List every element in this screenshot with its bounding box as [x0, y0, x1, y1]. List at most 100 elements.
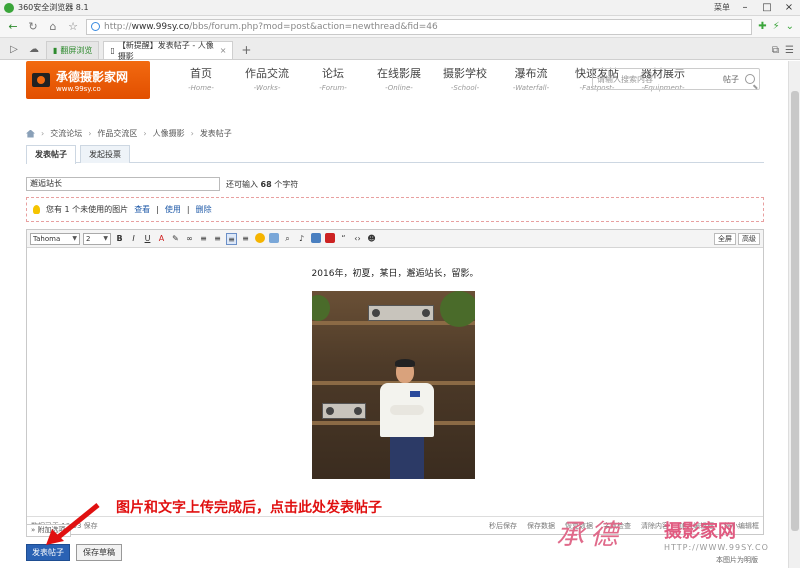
- font-family-select[interactable]: Tahoma ▼: [30, 232, 80, 245]
- autosave-countdown: 秒后保存: [489, 521, 517, 530]
- restore-tabs-icon[interactable]: ⧉: [772, 45, 779, 56]
- annotation-text: 图片和文字上传完成后，点击此处发表帖子: [116, 500, 382, 516]
- submit-post-button[interactable]: 发表帖子: [26, 544, 70, 561]
- tab-menu-icon[interactable]: ☰: [785, 45, 794, 56]
- music-icon[interactable]: ♪: [296, 233, 307, 245]
- site-logo[interactable]: 承德摄影家网 www.99sy.co: [26, 61, 150, 99]
- site-search[interactable]: 请输入搜索内容 帖子: [592, 68, 760, 90]
- breadcrumb-separator: ›: [190, 129, 194, 138]
- scrollbar-thumb[interactable]: [791, 91, 799, 531]
- breadcrumb-works-area[interactable]: 作品交流区: [97, 128, 137, 139]
- photo-person: [372, 359, 442, 479]
- remaining-count: 68: [260, 180, 272, 189]
- cloud-icon[interactable]: ☁: [26, 41, 42, 59]
- url-host: www.99sy.co: [131, 21, 190, 32]
- breadcrumb-forum[interactable]: 交流论坛: [50, 128, 82, 139]
- browser-menu-button[interactable]: 菜单: [714, 2, 730, 13]
- breadcrumb-portrait[interactable]: 人像摄影: [153, 128, 185, 139]
- tab-page-flip-icon: ▮: [53, 46, 58, 55]
- annotation-arrow-icon: [46, 503, 100, 545]
- tab-new-post[interactable]: ▯ 【新提醒】发表帖子 - 人像摄影 ×: [103, 41, 234, 61]
- close-icon[interactable]: ×: [782, 2, 796, 13]
- remaining-chars: 还可输入 68 个字符: [226, 179, 298, 190]
- watermark-url: HTTP://WWW.99SY.CO: [664, 543, 769, 552]
- sidebar-toggle-icon[interactable]: ▷: [6, 41, 22, 59]
- quote-icon[interactable]: “: [338, 233, 349, 245]
- tab-new-thread[interactable]: 发表帖子: [26, 145, 76, 164]
- address-bar[interactable]: http:// www.99sy.co /bbs/forum.php?mod=p…: [86, 18, 753, 35]
- flash-icon[interactable]: [324, 232, 335, 245]
- subject-input[interactable]: 邂逅站长: [26, 177, 220, 191]
- save-draft-button[interactable]: 保存草稿: [76, 544, 122, 561]
- nav-label: 在线影展: [377, 67, 421, 80]
- refresh-icon[interactable]: ↻: [26, 20, 40, 34]
- search-icon[interactable]: [745, 74, 755, 84]
- media-icon[interactable]: [310, 232, 321, 245]
- browser-titlebar: 360安全浏览器 8.1 菜单 – □ ×: [0, 0, 800, 16]
- delete-attachment-link[interactable]: 删除: [196, 204, 212, 215]
- safety-shield-icon[interactable]: ✚: [758, 21, 766, 32]
- tab-page-flip[interactable]: ▮ 翻屏浏览: [46, 41, 100, 59]
- attachment-icon[interactable]: ⌕: [282, 233, 293, 245]
- align-left-icon[interactable]: ≡: [198, 233, 209, 245]
- minimize-icon[interactable]: –: [738, 2, 752, 13]
- page-scrollbar[interactable]: [788, 61, 800, 568]
- site-logo-name: 承德摄影家网: [56, 69, 129, 84]
- align-justify-icon[interactable]: ≡: [212, 233, 223, 245]
- font-color-icon[interactable]: A: [156, 233, 167, 245]
- bold-icon[interactable]: B: [114, 233, 125, 245]
- chevron-down-icon: ▼: [103, 234, 108, 242]
- search-input[interactable]: 请输入搜索内容: [597, 74, 723, 85]
- back-icon[interactable]: ←: [6, 20, 20, 34]
- user-icon[interactable]: ☻: [366, 233, 377, 245]
- editor-content[interactable]: 2016年，初夏，某日，邂逅站长，留影。: [27, 248, 763, 516]
- font-family-value: Tahoma: [33, 234, 61, 243]
- nav-label: 论坛: [322, 67, 344, 80]
- tab-close-icon[interactable]: ×: [220, 46, 227, 55]
- browser-tabbar: ▷ ☁ ▮ 翻屏浏览 ▯ 【新提醒】发表帖子 - 人像摄影 × + ⧉ ☰: [0, 38, 800, 61]
- new-tab-button[interactable]: +: [237, 41, 255, 59]
- speed-icon[interactable]: ⚡: [773, 21, 780, 32]
- advanced-mode-button[interactable]: 高级: [738, 232, 760, 245]
- align-center-icon[interactable]: ≡: [226, 232, 237, 245]
- code-icon[interactable]: ‹›: [352, 233, 363, 245]
- watermark-name: 摄影家网: [664, 521, 736, 542]
- nav-sublabel: -Home-: [188, 84, 214, 92]
- photo-plant: [440, 291, 475, 327]
- italic-icon[interactable]: I: [128, 233, 139, 245]
- save-data-link[interactable]: 保存数据: [527, 521, 555, 531]
- tab-label: 翻屏浏览: [60, 46, 93, 55]
- browser-title: 360安全浏览器 8.1: [18, 3, 89, 12]
- font-size-select[interactable]: 2 ▼: [83, 232, 111, 245]
- emoji-icon[interactable]: [254, 232, 265, 245]
- nav-item-works[interactable]: 作品交流 -Works-: [234, 65, 300, 92]
- nav-label: 首页: [190, 67, 212, 80]
- divider: |: [156, 205, 159, 214]
- use-attachment-link[interactable]: 使用: [165, 204, 181, 215]
- watermark-subtext: 本图片为明版: [716, 556, 758, 564]
- tab-new-poll[interactable]: 发起投票: [80, 145, 130, 163]
- underline-icon[interactable]: U: [142, 233, 153, 245]
- align-right-icon[interactable]: ≡: [240, 233, 251, 245]
- highlight-icon[interactable]: ✎: [170, 233, 181, 245]
- chevron-down-icon: ▼: [72, 234, 77, 242]
- maximize-icon[interactable]: □: [760, 2, 774, 13]
- dropdown-chevron-icon[interactable]: ⌄: [786, 21, 794, 32]
- link-icon[interactable]: ∞: [184, 233, 195, 245]
- breadcrumb-separator: ›: [88, 129, 92, 138]
- image-icon[interactable]: [268, 232, 279, 245]
- nav-item-forum[interactable]: 论坛 -Forum-: [300, 65, 366, 92]
- home-icon[interactable]: ⌂: [46, 20, 60, 34]
- browser-navbar: ← ↻ ⌂ ☆ http:// www.99sy.co /bbs/forum.p…: [0, 16, 800, 38]
- fullscreen-button[interactable]: 全屏: [714, 232, 736, 245]
- nav-item-waterfall[interactable]: 瀑布流 -Waterfall-: [498, 65, 564, 92]
- nav-item-school[interactable]: 摄影学校 -School-: [432, 65, 498, 92]
- home-icon[interactable]: [26, 129, 35, 138]
- nav-item-home[interactable]: 首页 -Home-: [168, 65, 234, 92]
- favorite-star-icon[interactable]: ☆: [66, 20, 80, 34]
- search-scope[interactable]: 帖子: [723, 74, 739, 85]
- view-attachment-link[interactable]: 查看: [134, 204, 150, 215]
- document-icon: ▯: [110, 46, 115, 55]
- nav-sublabel: -Works-: [253, 84, 281, 92]
- nav-item-online[interactable]: 在线影展 -Online-: [366, 65, 432, 92]
